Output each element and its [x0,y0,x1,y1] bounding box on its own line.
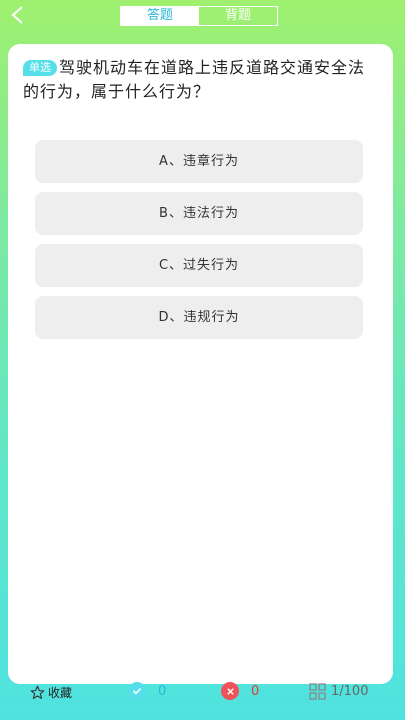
mode-switch: 答题 背题 [120,6,278,26]
x-circle-icon [221,682,239,700]
bottom-bar: 收藏 0 0 1/100 [0,672,405,712]
option-b[interactable]: B、违法行为 [35,192,363,235]
wrong-count: 0 [221,682,259,700]
question-progress-button[interactable]: 1/100 [309,683,368,700]
grid-icon [309,683,326,700]
favorite-label: 收藏 [48,686,73,700]
correct-count: 0 [128,682,166,700]
options-list: A、违章行为 B、违法行为 C、过失行为 D、违规行为 [35,140,363,348]
option-c[interactable]: C、过失行为 [35,244,363,287]
option-a[interactable]: A、违章行为 [35,140,363,183]
top-bar: 答题 背题 [0,0,405,34]
favorite-button[interactable]: 收藏 [30,684,72,701]
chevron-left-icon [11,6,23,24]
tab-memorize[interactable]: 背题 [199,7,277,25]
back-button[interactable] [10,4,32,28]
question-text-block: 单选 驾驶机动车在道路上违反道路交通安全法的行为，属于什么行为？ [23,56,379,104]
option-d[interactable]: D、违规行为 [35,296,363,339]
star-outline-icon [30,685,45,699]
question-type-badge: 单选 [23,60,57,76]
check-circle-icon [128,682,146,700]
correct-count-value: 0 [158,683,167,699]
tab-answer[interactable]: 答题 [121,7,199,25]
question-text: 驾驶机动车在道路上违反道路交通安全法的行为，属于什么行为？ [23,58,366,101]
wrong-count-value: 0 [251,683,260,699]
question-card: 单选 驾驶机动车在道路上违反道路交通安全法的行为，属于什么行为？ A、违章行为 B… [8,44,393,684]
progress-text: 1/100 [331,684,369,699]
